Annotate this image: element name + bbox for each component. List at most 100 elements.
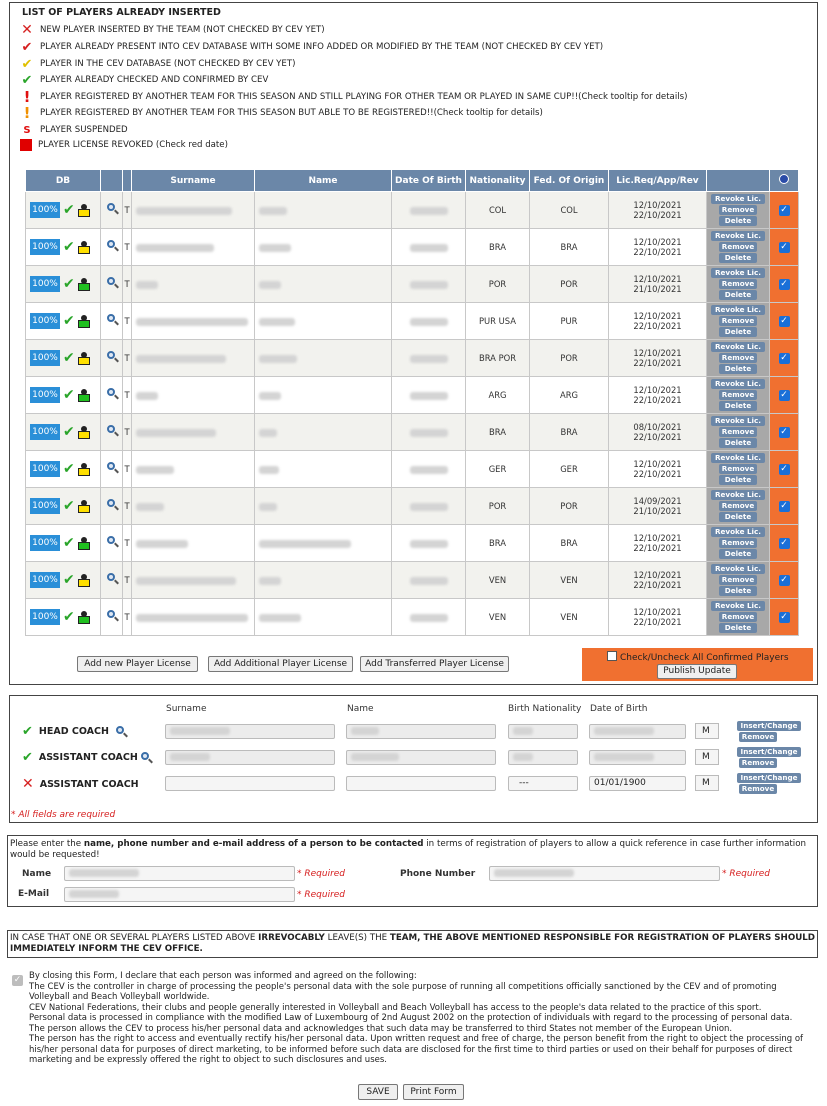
search-icon[interactable] xyxy=(106,536,119,548)
revoke-license-button[interactable]: Revoke Lic. xyxy=(711,379,765,389)
check-all-checkbox[interactable] xyxy=(607,651,617,661)
contact-name-input[interactable] xyxy=(64,866,295,881)
remove-button[interactable]: Remove xyxy=(719,464,757,474)
revoke-license-button[interactable]: Revoke Lic. xyxy=(711,342,765,352)
assistant-coach-2-insert-button[interactable]: Insert/Change xyxy=(737,773,801,783)
row-select-checkbox[interactable]: ✓ xyxy=(778,538,790,549)
remove-button[interactable]: Remove xyxy=(719,575,757,585)
revoke-license-button[interactable]: Revoke Lic. xyxy=(711,601,765,611)
head-coach-gender[interactable]: M xyxy=(695,723,719,739)
assistant-coach-insert-button[interactable]: Insert/Change xyxy=(737,747,801,757)
assistant-coach-gender[interactable]: M xyxy=(695,749,719,765)
revoke-license-button[interactable]: Revoke Lic. xyxy=(711,194,765,204)
head-coach-nat-field[interactable] xyxy=(508,724,578,739)
search-icon[interactable] xyxy=(106,277,119,289)
revoke-license-button[interactable]: Revoke Lic. xyxy=(711,527,765,537)
row-select-checkbox[interactable]: ✓ xyxy=(778,575,790,586)
head-coach-dob-field[interactable] xyxy=(589,724,686,739)
percent-badge[interactable]: 100% xyxy=(30,609,60,625)
col-nationality[interactable]: Nationality xyxy=(465,169,530,192)
delete-button[interactable]: Delete xyxy=(719,512,757,522)
percent-badge[interactable]: 100% xyxy=(30,313,60,329)
delete-button[interactable]: Delete xyxy=(719,586,757,596)
search-icon[interactable] xyxy=(106,610,119,622)
remove-button[interactable]: Remove xyxy=(719,316,757,326)
row-select-checkbox[interactable]: ✓ xyxy=(778,390,790,401)
percent-badge[interactable]: 100% xyxy=(30,498,60,514)
assistant-coach-2-name-field[interactable] xyxy=(346,776,496,791)
print-form-button[interactable]: Print Form xyxy=(403,1084,464,1100)
row-select-checkbox[interactable]: ✓ xyxy=(778,316,790,327)
remove-button[interactable]: Remove xyxy=(719,612,757,622)
remove-button[interactable]: Remove xyxy=(719,353,757,363)
table-row[interactable]: 100% ✔ T VEN VEN 12/10/2021 22/10/2021 Revoke L… xyxy=(25,598,799,636)
percent-badge[interactable]: 100% xyxy=(30,239,60,255)
add-transferred-player-button[interactable]: Add Transferred Player License xyxy=(360,656,509,672)
head-coach-surname-field[interactable] xyxy=(165,724,335,739)
row-select-checkbox[interactable]: ✓ xyxy=(778,242,790,253)
assistant-coach-2-remove-button[interactable]: Remove xyxy=(739,784,777,794)
percent-badge[interactable]: 100% xyxy=(30,276,60,292)
col-dob[interactable]: Date Of Birth xyxy=(391,169,466,192)
head-coach-insert-button[interactable]: Insert/Change xyxy=(737,721,801,731)
percent-badge[interactable]: 100% xyxy=(30,387,60,403)
col-origin[interactable]: Fed. Of Origin xyxy=(529,169,609,192)
revoke-license-button[interactable]: Revoke Lic. xyxy=(711,416,765,426)
search-icon[interactable] xyxy=(106,351,119,363)
assistant-coach-2-gender[interactable]: M xyxy=(695,775,719,791)
search-icon[interactable] xyxy=(106,314,119,326)
search-icon[interactable] xyxy=(106,499,119,511)
assistant-coach-name-field[interactable] xyxy=(346,750,496,765)
col-surname[interactable]: Surname xyxy=(131,169,255,192)
assistant-coach-nat-field[interactable] xyxy=(508,750,578,765)
table-row[interactable]: 100% ✔ T PUR USA PUR 12/10/2021 22/10/2021 Revo… xyxy=(25,302,799,340)
revoke-license-button[interactable]: Revoke Lic. xyxy=(711,453,765,463)
assistant-coach-dob-field[interactable] xyxy=(589,750,686,765)
publish-update-button[interactable]: Publish Update xyxy=(657,664,737,679)
table-row[interactable]: 100% ✔ T POR POR 12/10/2021 21/10/2021 Revoke L… xyxy=(25,265,799,303)
percent-badge[interactable]: 100% xyxy=(30,424,60,440)
table-row[interactable]: 100% ✔ T ARG ARG 12/10/2021 22/10/2021 Revoke L… xyxy=(25,376,799,414)
add-additional-player-button[interactable]: Add Additional Player License xyxy=(208,656,353,672)
delete-button[interactable]: Delete xyxy=(719,623,757,633)
search-icon[interactable] xyxy=(106,203,119,215)
remove-button[interactable]: Remove xyxy=(719,205,757,215)
revoke-license-button[interactable]: Revoke Lic. xyxy=(711,490,765,500)
table-row[interactable]: 100% ✔ T COL COL 12/10/2021 22/10/2021 Revoke L… xyxy=(25,191,799,229)
revoke-license-button[interactable]: Revoke Lic. xyxy=(711,305,765,315)
table-row[interactable]: 100% ✔ T BRA BRA 12/10/2021 22/10/2021 Revoke L… xyxy=(25,524,799,562)
remove-button[interactable]: Remove xyxy=(719,279,757,289)
remove-button[interactable]: Remove xyxy=(719,242,757,252)
percent-badge[interactable]: 100% xyxy=(30,461,60,477)
row-select-checkbox[interactable]: ✓ xyxy=(778,464,790,475)
search-icon[interactable] xyxy=(106,388,119,400)
row-select-checkbox[interactable]: ✓ xyxy=(778,501,790,512)
delete-button[interactable]: Delete xyxy=(719,290,757,300)
percent-badge[interactable]: 100% xyxy=(30,572,60,588)
row-select-checkbox[interactable]: ✓ xyxy=(778,205,790,216)
search-icon[interactable] xyxy=(140,751,153,764)
delete-button[interactable]: Delete xyxy=(719,401,757,411)
row-select-checkbox[interactable]: ✓ xyxy=(778,427,790,438)
delete-button[interactable]: Delete xyxy=(719,438,757,448)
remove-button[interactable]: Remove xyxy=(719,538,757,548)
assistant-coach-2-surname-field[interactable] xyxy=(165,776,335,791)
revoke-license-button[interactable]: Revoke Lic. xyxy=(711,268,765,278)
row-select-checkbox[interactable]: ✓ xyxy=(778,612,790,623)
table-row[interactable]: 100% ✔ T BRA BRA 08/10/2021 22/10/2021 Revoke L… xyxy=(25,413,799,451)
percent-badge[interactable]: 100% xyxy=(30,350,60,366)
globe-icon[interactable] xyxy=(779,174,789,184)
delete-button[interactable]: Delete xyxy=(719,549,757,559)
save-button[interactable]: SAVE xyxy=(358,1084,398,1100)
remove-button[interactable]: Remove xyxy=(719,390,757,400)
delete-button[interactable]: Delete xyxy=(719,253,757,263)
delete-button[interactable]: Delete xyxy=(719,364,757,374)
consent-checkbox[interactable]: ✓ xyxy=(12,975,23,986)
delete-button[interactable]: Delete xyxy=(719,475,757,485)
percent-badge[interactable]: 100% xyxy=(30,535,60,551)
table-row[interactable]: 100% ✔ T GER GER 12/10/2021 22/10/2021 Revoke L… xyxy=(25,450,799,488)
table-row[interactable]: 100% ✔ T VEN VEN 12/10/2021 22/10/2021 Revoke L… xyxy=(25,561,799,599)
remove-button[interactable]: Remove xyxy=(719,501,757,511)
search-icon[interactable] xyxy=(106,573,119,585)
assistant-coach-remove-button[interactable]: Remove xyxy=(739,758,777,768)
